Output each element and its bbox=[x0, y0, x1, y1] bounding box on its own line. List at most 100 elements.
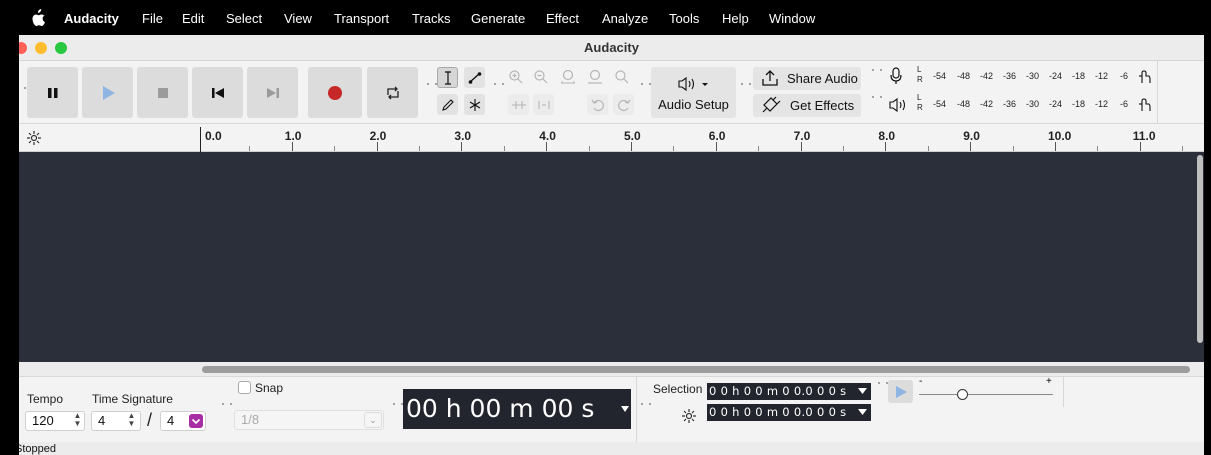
play-at-speed-grip[interactable] bbox=[878, 382, 888, 392]
menu-select[interactable]: Select bbox=[226, 11, 262, 26]
selection-grip[interactable] bbox=[641, 403, 651, 413]
snap-value: 1/8 bbox=[241, 412, 260, 427]
loop-button[interactable] bbox=[367, 67, 418, 118]
stop-button[interactable] bbox=[137, 67, 188, 118]
menu-analyze[interactable]: Analyze bbox=[602, 11, 648, 26]
chevron-down-icon bbox=[858, 409, 867, 415]
playback-meter-grip[interactable] bbox=[872, 96, 882, 106]
tempo-value: 120 bbox=[32, 413, 54, 428]
selection-tool-button[interactable] bbox=[437, 67, 458, 88]
playback-meter[interactable]: L R -54 -48 -42 -36 -30 -24 -18 -12 -6 bbox=[917, 93, 1157, 115]
menu-tracks[interactable]: Tracks bbox=[412, 11, 451, 26]
ruler-label: 1.0 bbox=[284, 129, 302, 143]
menu-edit[interactable]: Edit bbox=[182, 11, 204, 26]
get-effects-button[interactable]: Get Effects bbox=[753, 94, 861, 117]
ruler-label: 3.0 bbox=[454, 129, 472, 143]
menu-window[interactable]: Window bbox=[769, 11, 815, 26]
menu-app-name[interactable]: Audacity bbox=[64, 11, 119, 26]
share-icon bbox=[762, 70, 778, 86]
time-sig-numerator: 4 bbox=[98, 413, 106, 428]
envelope-tool-button[interactable] bbox=[464, 67, 485, 88]
play-at-speed-button[interactable] bbox=[888, 380, 913, 403]
meter-tick: -12 bbox=[1095, 71, 1109, 81]
ruler-label: 2.0 bbox=[369, 129, 387, 143]
draw-tool-icon bbox=[441, 98, 454, 111]
undo-button[interactable] bbox=[587, 94, 608, 115]
time-sig-denominator-select[interactable]: 4 bbox=[160, 411, 206, 431]
microphone-icon[interactable] bbox=[889, 67, 903, 85]
ruler-major-tick bbox=[885, 142, 887, 151]
tempo-stepper[interactable]: ▲ ▼ bbox=[71, 412, 84, 430]
vertical-scrollbar[interactable] bbox=[1197, 155, 1203, 343]
menu-file[interactable]: File bbox=[142, 11, 163, 26]
time-grip[interactable] bbox=[393, 403, 403, 413]
screen: Audacity File Edit Select View Transport… bbox=[0, 0, 1211, 455]
multi-tool-button[interactable] bbox=[464, 94, 485, 115]
record-meter[interactable]: L R -54 -48 -42 -36 -30 -24 -18 -12 -6 bbox=[917, 65, 1157, 87]
play-icon bbox=[896, 386, 907, 398]
snap-select[interactable]: 1/8 ⌄ bbox=[234, 410, 384, 430]
tools-grip[interactable] bbox=[427, 83, 437, 93]
record-button[interactable] bbox=[308, 67, 362, 118]
ruler-label: 5.0 bbox=[624, 129, 641, 143]
ruler-major-tick bbox=[546, 142, 548, 151]
skip-to-start-button[interactable] bbox=[192, 67, 243, 118]
selection-end-display[interactable]: 0 0 h 0 0 m 0 0.0 0 0 s bbox=[707, 404, 871, 421]
trim-button[interactable] bbox=[508, 94, 529, 115]
toolbar-grip[interactable] bbox=[19, 87, 26, 97]
time-sig-stepper[interactable]: ▲ ▼ bbox=[125, 412, 138, 430]
skip-to-end-button[interactable] bbox=[247, 67, 298, 118]
silence-button[interactable] bbox=[533, 94, 554, 115]
meter-tick: -48 bbox=[957, 71, 971, 81]
slider-thumb[interactable] bbox=[957, 389, 968, 400]
ruler-label: 11.0 bbox=[1132, 129, 1156, 143]
menu-view[interactable]: View bbox=[284, 11, 312, 26]
fit-project-icon[interactable] bbox=[587, 69, 603, 85]
snap-grip[interactable] bbox=[222, 403, 232, 413]
ruler-major-tick bbox=[376, 142, 378, 151]
menu-generate[interactable]: Generate bbox=[471, 11, 525, 26]
track-area[interactable] bbox=[19, 152, 1204, 362]
meter-left-label: L bbox=[917, 93, 922, 102]
redo-button[interactable] bbox=[613, 94, 634, 115]
gear-icon[interactable] bbox=[26, 130, 42, 146]
selection-start-display[interactable]: 0 0 h 0 0 m 0 0.0 0 0 s bbox=[707, 383, 871, 400]
draw-tool-button[interactable] bbox=[437, 94, 458, 115]
audio-setup-grip[interactable] bbox=[641, 83, 651, 93]
ruler-label: 0.0 bbox=[205, 129, 222, 143]
meter-tick: -54 bbox=[933, 99, 947, 109]
zoom-grip[interactable] bbox=[494, 83, 504, 93]
menu-effect[interactable]: Effect bbox=[546, 11, 579, 26]
menu-help[interactable]: Help bbox=[722, 11, 749, 26]
meter-tick: -54 bbox=[933, 71, 947, 81]
horizontal-scrollbar[interactable] bbox=[202, 366, 1190, 373]
skip-to-start-icon bbox=[211, 87, 224, 98]
ruler-minor-tick bbox=[503, 146, 505, 151]
time-display[interactable]: 00 h 00 m 00 s bbox=[403, 389, 631, 429]
menu-transport[interactable]: Transport bbox=[334, 11, 389, 26]
audio-setup-button[interactable]: Audio Setup bbox=[651, 67, 736, 118]
ruler-minor-tick bbox=[1097, 146, 1099, 151]
fit-selection-icon[interactable] bbox=[560, 69, 576, 85]
snap-checkbox[interactable] bbox=[238, 381, 251, 394]
zoom-toggle-icon[interactable] bbox=[614, 69, 630, 85]
play-button[interactable] bbox=[82, 67, 133, 118]
menu-tools[interactable]: Tools bbox=[669, 11, 699, 26]
tempo-label: Tempo bbox=[27, 392, 64, 406]
pause-icon bbox=[47, 87, 57, 98]
zoom-out-icon[interactable] bbox=[533, 69, 549, 85]
speaker-meter-icon[interactable] bbox=[888, 97, 906, 113]
gear-icon[interactable] bbox=[681, 408, 697, 424]
meter-tick: -6 bbox=[1120, 71, 1129, 81]
share-grip[interactable] bbox=[741, 83, 751, 93]
undo-icon bbox=[591, 99, 604, 111]
ruler-minor-tick bbox=[334, 146, 336, 151]
timeline-ruler[interactable]: 0.0 1.0 2.0 3.0 4.0 5.0 6.0 7.0 8.0 9.0 10.0 11.0 bbox=[19, 124, 1204, 152]
apple-icon[interactable] bbox=[30, 9, 46, 27]
pause-button[interactable] bbox=[27, 67, 78, 118]
selection-label: Selection bbox=[653, 382, 703, 396]
playback-speed-slider[interactable]: - + bbox=[917, 376, 1057, 403]
record-meter-grip[interactable] bbox=[872, 69, 882, 79]
share-audio-button[interactable]: Share Audio bbox=[753, 67, 861, 90]
zoom-in-icon[interactable] bbox=[508, 69, 524, 85]
